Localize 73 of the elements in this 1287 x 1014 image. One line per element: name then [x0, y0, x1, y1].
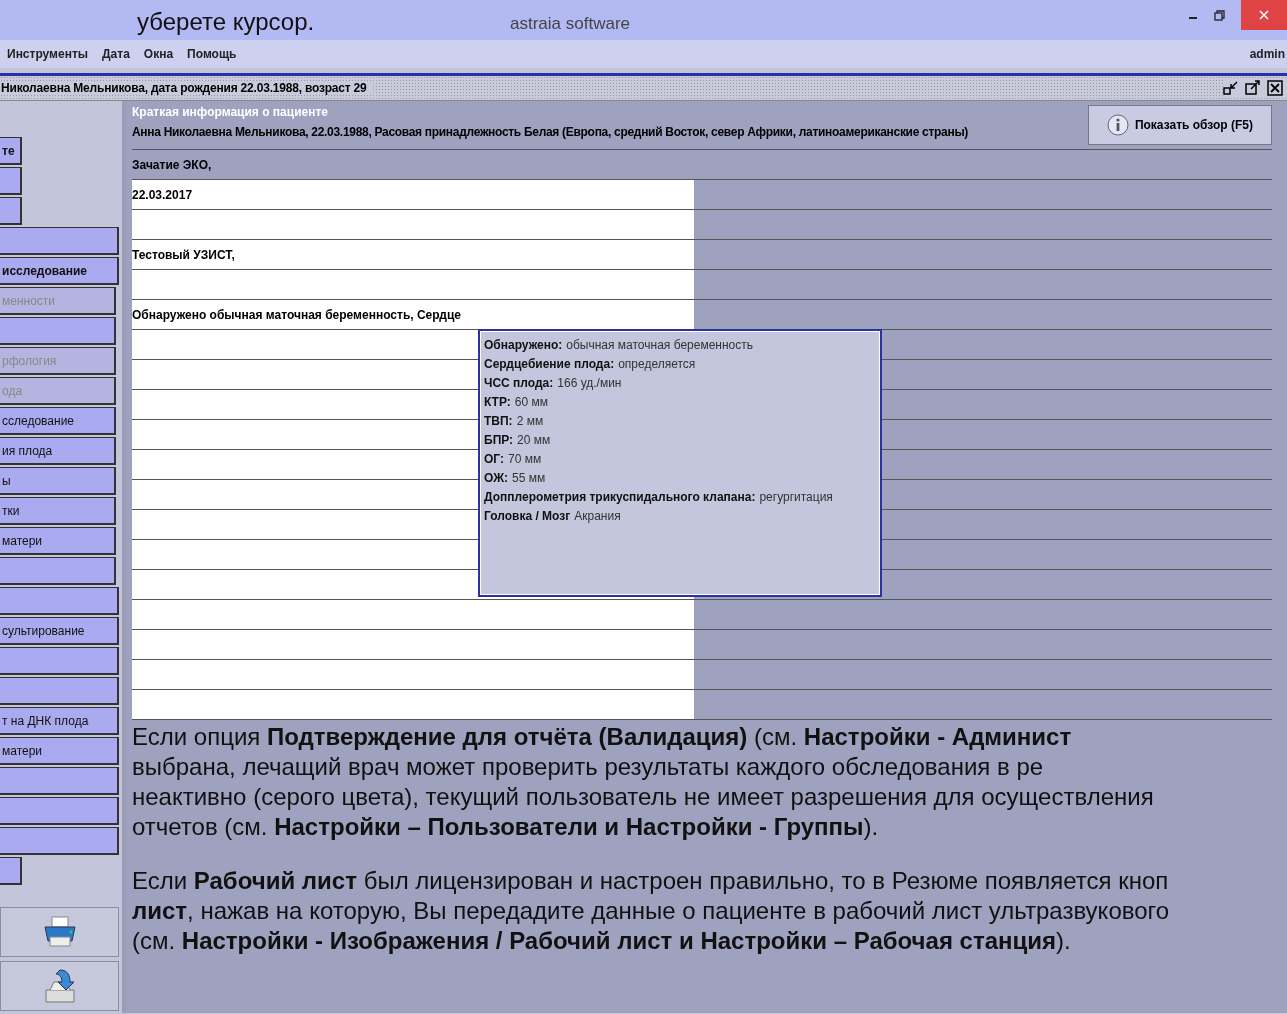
window-title: astraia software	[510, 14, 630, 34]
close-window-icon[interactable]	[1267, 80, 1283, 96]
help-text: уберете курсор.	[137, 8, 315, 36]
sidebar-tab[interactable]	[0, 197, 22, 225]
sidebar-tab[interactable]: ы	[0, 467, 116, 495]
help-text: неактивно (серого цвета), текущий пользователь не имеет разрешения для осуществления	[132, 782, 1155, 812]
finding-value: регургитация	[759, 489, 833, 504]
sidebar-tab[interactable]: исследование	[0, 257, 119, 285]
sidebar-tab[interactable]	[0, 797, 119, 825]
close-icon	[1259, 10, 1269, 20]
patient-title: Николаевна Мельникова, дата рождения 22.03.1988, возраст 29	[1, 81, 371, 95]
finding-value: 70 мм	[508, 451, 542, 466]
sidebar-tab[interactable]	[0, 767, 119, 795]
sidebar-tab[interactable]	[0, 827, 119, 855]
finding-value: 2 мм	[516, 413, 544, 428]
sidebar-tab[interactable]	[0, 587, 119, 615]
sidebar-tab[interactable]: ия плода	[0, 437, 116, 465]
report-entry: Тестовый УЗИСТ,	[132, 247, 235, 262]
sidebar-tab[interactable]	[0, 557, 116, 585]
finding-value: 20 мм	[517, 432, 551, 447]
help-text: Если опция Подтверждение для отчёта (Валидация) (см. Настройки - Админист	[132, 722, 1073, 752]
sidebar-tab[interactable]: сследование	[0, 407, 116, 435]
finding-value: 166 уд./мин	[557, 375, 622, 390]
patient-summary: Анна Николаевна Мельникова, 22.03.1988, Расовая принадлежность Белая (Европа, средний Восток, север Африки, латиноамериканские страны)	[132, 125, 969, 139]
finding-value: определяется	[618, 356, 696, 371]
help-text: выбрана, лечащий врач может проверить результаты каждого обследования в ре	[132, 752, 1045, 782]
report-entry: 22.03.2017	[132, 187, 193, 202]
sidebar-tab[interactable]	[0, 857, 22, 885]
printer-icon	[41, 915, 78, 949]
sidebar-tab[interactable]	[0, 227, 119, 255]
sidebar-tab[interactable]: тки	[0, 497, 116, 525]
save-button[interactable]	[0, 961, 119, 1011]
menu-item[interactable]: Дата	[102, 47, 130, 61]
help-text: (см. Настройки - Изображения / Рабочий лист и Настройки – Рабочая станция).	[132, 926, 1072, 956]
finding-label: Сердцебиение плода:	[484, 356, 615, 371]
menu-item[interactable]: Инструменты	[7, 47, 89, 61]
finding-label: КТР:	[484, 394, 511, 409]
sidebar-tab[interactable]: сультирование	[0, 617, 119, 645]
user-name: admin	[1249, 47, 1285, 61]
show-overview-button[interactable]: Показать обзор (F5)	[1087, 105, 1272, 145]
finding-value: обычная маточная беременность	[566, 337, 753, 352]
finding-label: Обнаружено:	[484, 337, 563, 352]
help-text: лист, нажав на которую, Вы передадите данные о пациенте в рабочий лист ультразвукового	[132, 896, 1171, 926]
conception-text: Зачатие ЭКО,	[132, 157, 212, 172]
menu-item[interactable]: Помощь	[187, 47, 237, 61]
menu-item[interactable]: Окна	[143, 47, 174, 61]
sidebar-tab[interactable]	[0, 677, 119, 705]
finding-label: ОЖ:	[484, 470, 509, 485]
help-text: Если Рабочий лист был лицензирован и настроен правильно, то в Резюме появляется кноп	[132, 866, 1170, 896]
sidebar-tab[interactable]	[0, 647, 119, 675]
print-button[interactable]	[0, 907, 119, 957]
finding-label: ОГ:	[484, 451, 504, 466]
minimize-window-icon[interactable]	[1223, 80, 1239, 96]
finding-label: ТВП:	[484, 413, 513, 428]
finding-value: Акрания	[574, 508, 621, 523]
finding-label: БПР:	[484, 432, 514, 447]
report-entry: Обнаружено обычная маточная беременность, Сердце	[132, 307, 461, 322]
finding-value: 55 мм	[512, 470, 546, 485]
finding-label: Допплерометрия трикуспидального клапана:	[484, 489, 756, 504]
sidebar-tab[interactable]	[0, 317, 116, 345]
sidebar-tab[interactable]: матери	[0, 737, 119, 765]
sidebar-tab[interactable]: те	[0, 137, 22, 165]
finding-label: Головка / Мозг	[484, 508, 571, 523]
section-caption: Краткая информация о пациенте	[132, 105, 329, 119]
sidebar-tab[interactable]: т на ДНК плода	[0, 707, 119, 735]
info-icon	[1106, 114, 1129, 136]
finding-label: ЧСС плода:	[484, 375, 554, 390]
finding-value: 60 мм	[514, 394, 548, 409]
maximize-window-icon[interactable]	[1245, 80, 1261, 96]
restore-icon[interactable]	[1214, 9, 1225, 21]
help-text: отчетов (см. Настройки – Пользователи и Настройки - Группы).	[132, 812, 880, 842]
sidebar-tab[interactable]	[0, 167, 22, 195]
sidebar-tab[interactable]: матери	[0, 527, 116, 555]
